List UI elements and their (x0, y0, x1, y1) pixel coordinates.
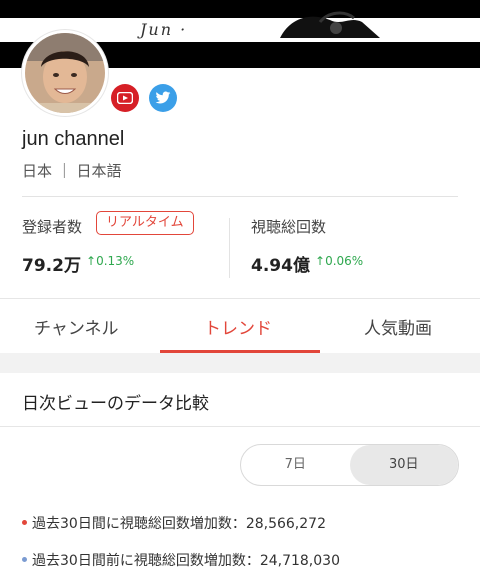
views-label: 視聴総回数 (251, 218, 327, 236)
tabs-border (0, 298, 480, 299)
subscribers-label: 登録者数 (22, 218, 83, 236)
tab-channel[interactable]: チャンネル (34, 314, 119, 339)
banner-top-bar (0, 0, 480, 18)
section-gap (0, 353, 480, 373)
subscribers-change-value: 0.13% (96, 254, 135, 268)
banner-artwork (280, 11, 380, 38)
comparison-row-current: 過去30日間に視聴総回数増加数：28,566,272 (22, 513, 326, 533)
red-dot-icon (22, 519, 27, 525)
youtube-icon[interactable] (111, 84, 139, 112)
banner-lettering: Jun · (140, 20, 188, 39)
twitter-bird (155, 91, 171, 104)
views-change-value: 0.06% (325, 254, 364, 268)
avatar-photo (25, 33, 105, 113)
tab-trend[interactable]: トレンド (204, 314, 272, 339)
divider (0, 426, 480, 427)
channel-name: jun channel (22, 128, 125, 150)
youtube-glyph (117, 92, 133, 104)
channel-avatar[interactable] (22, 30, 108, 116)
range-option-30-days[interactable]: 30日 (349, 445, 458, 485)
views-change: ↑0.06% (315, 254, 363, 268)
comparison-row-previous: 過去30日間前に視聴総回数増加数：24,718,030 (22, 550, 340, 570)
channel-country-language: 日本 ｜ 日本語 (22, 162, 122, 180)
blue-dot-icon (22, 556, 27, 562)
range-option-7-days[interactable]: 7日 (241, 445, 350, 485)
section-title: 日次ビューのデータ比較 (22, 394, 209, 414)
arrow-up-icon: ↑ (315, 254, 326, 268)
realtime-badge[interactable]: リアルタイム (96, 211, 194, 235)
tab-popular-videos[interactable]: 人気動画 (364, 314, 432, 339)
divider (22, 196, 458, 197)
twitter-icon[interactable] (149, 84, 177, 112)
stats-divider (229, 218, 230, 278)
subscribers-change: ↑0.13% (86, 254, 134, 268)
subscribers-value: 79.2万 (22, 256, 81, 276)
range-toggle: 7日 30日 (240, 444, 459, 486)
views-value: 4.94億 (251, 256, 310, 276)
arrow-up-icon: ↑ (86, 254, 97, 268)
comparison-text-current: 過去30日間に視聴総回数増加数：28,566,272 (32, 516, 326, 532)
comparison-text-previous: 過去30日間前に視聴総回数増加数：24,718,030 (32, 553, 340, 569)
